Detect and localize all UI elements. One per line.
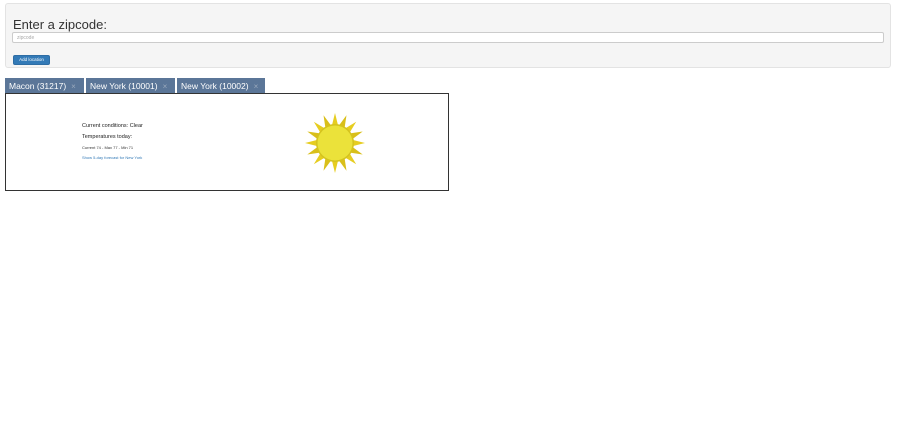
forecast-link[interactable]: Show 5-day forecast for New York: [82, 155, 142, 160]
zipcode-input[interactable]: [12, 32, 884, 43]
tab-macon-31217[interactable]: Macon (31217) ×: [5, 78, 84, 94]
tab-label: New York (10001): [90, 81, 158, 91]
sun-icon: [305, 113, 365, 173]
temperatures-values: Current 74 - Max 77 - Min 71: [82, 145, 134, 150]
zipcode-title: Enter a zipcode:: [13, 17, 107, 32]
weather-panel: Current conditions: Clear Temperatures t…: [5, 93, 449, 191]
sun-core: [317, 125, 353, 161]
tab-new-york-10002[interactable]: New York (10002) ×: [177, 78, 265, 94]
current-conditions: Current conditions: Clear: [82, 123, 143, 129]
tab-label: New York (10002): [181, 81, 249, 91]
zipcode-form: Enter a zipcode: Add location: [5, 3, 891, 68]
tab-new-york-10001[interactable]: New York (10001) ×: [86, 78, 175, 94]
tab-label: Macon (31217): [9, 81, 67, 91]
temperatures-label: Temperatures today:: [82, 134, 133, 140]
add-location-button[interactable]: Add location: [13, 55, 50, 65]
